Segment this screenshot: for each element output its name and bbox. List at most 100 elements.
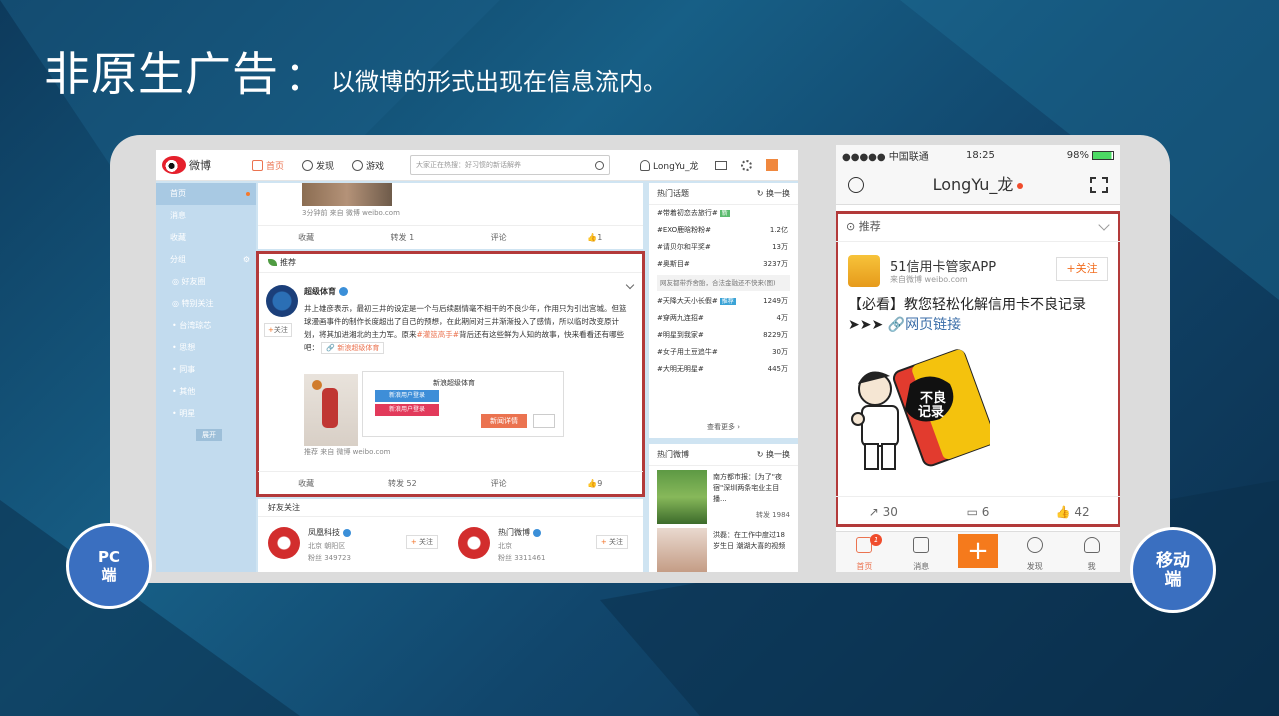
- compose-icon[interactable]: [765, 159, 778, 171]
- slide-title: 非原生广告：以微博的形式出现在信息流内。: [44, 38, 667, 104]
- like-button[interactable]: 👍 42: [1025, 497, 1120, 526]
- mail-icon[interactable]: [714, 160, 727, 170]
- topic-item[interactable]: #带着初恋去旅行# 新: [649, 205, 798, 222]
- tab-discover[interactable]: 发现: [1006, 532, 1063, 572]
- friend-name[interactable]: 热门微博: [498, 527, 541, 538]
- search-input[interactable]: 大家正在热搜：好习惯的新话解养: [410, 155, 611, 175]
- topic-item[interactable]: #明星到我家# 8229万: [649, 327, 798, 344]
- topic-item[interactable]: #女子用土豆追牛# 30万: [649, 344, 798, 361]
- topic-item[interactable]: #EXO鹿晗粉粉# 1.2亿: [649, 222, 798, 239]
- slide-subtitle: 以微博的形式出现在信息流内。: [331, 68, 667, 96]
- chevron-down-icon[interactable]: [1098, 219, 1110, 231]
- gear-icon[interactable]: ⚙: [243, 249, 250, 271]
- scan-icon[interactable]: [1090, 177, 1108, 193]
- nav-discover[interactable]: 发现: [302, 159, 334, 172]
- follow-button[interactable]: + 关注: [405, 535, 438, 549]
- tab-messages[interactable]: 消息: [893, 532, 950, 572]
- author-name[interactable]: 超级体育: [304, 286, 348, 297]
- refresh-button[interactable]: ↻ 换一换: [757, 183, 790, 205]
- favorite-button[interactable]: 收藏: [258, 472, 354, 495]
- web-link[interactable]: 🔗网页链接: [888, 317, 961, 333]
- comment-button[interactable]: 评论: [451, 472, 547, 495]
- chevron-down-icon[interactable]: [625, 280, 635, 290]
- see-more-link[interactable]: 查看更多 ›: [649, 422, 798, 432]
- topic-item[interactable]: #请贝尔和平奖# 13万: [649, 239, 798, 256]
- avatar[interactable]: [266, 285, 298, 317]
- sidebar-sub-item[interactable]: ◎ 好友圈: [156, 271, 256, 293]
- sidebar-item-messages[interactable]: 消息: [156, 205, 256, 227]
- like-button[interactable]: 👍9: [547, 472, 643, 495]
- refresh-label: 换一换: [766, 189, 790, 198]
- sidebar-sub-item[interactable]: • 思想: [156, 337, 256, 359]
- refresh-button[interactable]: ↻ 换一换: [757, 444, 790, 466]
- tab-home[interactable]: 1 首页: [836, 532, 893, 572]
- avatar[interactable]: [848, 255, 880, 287]
- thumbs-up-icon: 👍: [1055, 505, 1075, 519]
- user-menu[interactable]: LongYu_龙: [640, 159, 699, 172]
- tab-me[interactable]: 我: [1063, 532, 1120, 572]
- login-button[interactable]: 新浪用户登录: [375, 390, 439, 402]
- repost-button[interactable]: 转发 1: [354, 226, 450, 249]
- sidebar-item-groups[interactable]: 分组 ⚙: [156, 249, 256, 271]
- sidebar-sub-item[interactable]: ◎ 特别关注: [156, 293, 256, 315]
- comment-icon: ▭: [966, 505, 982, 519]
- follow-button[interactable]: +关注: [264, 323, 292, 337]
- sidebar-item-favorites[interactable]: 收藏: [156, 227, 256, 249]
- topic-item[interactable]: #天降大天小长假# 推荐 1249万: [649, 293, 798, 310]
- sidebar-sub-item[interactable]: • 明星: [156, 403, 256, 425]
- link-card-title: 新浪超级体育: [433, 379, 475, 387]
- repost-button[interactable]: ↗ 30: [836, 497, 931, 526]
- avatar[interactable]: [458, 527, 490, 559]
- post-text: 井上雄彦表示，最初三井的设定是一个与后续剧情毫不相干的不良少年，作用只为引出宫城…: [304, 302, 630, 366]
- post-image[interactable]: [304, 374, 358, 446]
- follow-button[interactable]: + 关注: [595, 535, 628, 549]
- thumbs-up-icon[interactable]: [533, 414, 555, 428]
- search-icon[interactable]: [595, 160, 605, 170]
- topic-name: #EXO鹿晗粉粉#: [657, 226, 712, 234]
- author-name[interactable]: 51信用卡管家APP: [890, 256, 996, 275]
- page-link[interactable]: 🔗 新浪超级体育: [321, 342, 385, 354]
- hot-weibo-item[interactable]: 洪磊：在工作中度过18岁生日 潮湖大喜的视频: [649, 524, 798, 572]
- sidebar-item-home[interactable]: 首页: [156, 183, 256, 205]
- comment-button[interactable]: 评论: [451, 226, 547, 249]
- hot-weibo-item[interactable]: 南方都市报：[为了"夜宿"深圳两条宅业主目播... 转发 1984: [649, 466, 798, 524]
- weibo-logo[interactable]: 微博: [162, 156, 252, 174]
- avatar[interactable]: [268, 527, 300, 559]
- login-button-alt[interactable]: 新浪用户登录: [375, 404, 439, 416]
- hot-topics-title: 热门话题: [657, 189, 689, 198]
- add-friend-icon[interactable]: [848, 177, 864, 193]
- detail-button[interactable]: 新闻详情: [481, 414, 527, 428]
- gear-icon[interactable]: [740, 159, 752, 171]
- favorite-button[interactable]: 收藏: [258, 226, 354, 249]
- hashtag-link[interactable]: #灌篮高手#: [417, 330, 460, 339]
- expand-button[interactable]: 展开: [196, 429, 222, 441]
- sidebar-sub-item[interactable]: • 同事: [156, 359, 256, 381]
- weibo-eye-icon: [162, 156, 186, 174]
- notification-dot: [1017, 182, 1024, 189]
- follow-button[interactable]: +关注: [1056, 257, 1108, 281]
- compose-button[interactable]: +: [950, 532, 1007, 572]
- repost-button[interactable]: 转发 52: [354, 472, 450, 495]
- friend-name[interactable]: 凤凰科技: [308, 527, 351, 538]
- topic-note[interactable]: 网友都带乔舍胎，合法金融还不快来(图): [657, 275, 790, 291]
- link-card[interactable]: 新浪超级体育 新浪用户登录 新浪用户登录 新闻详情: [362, 371, 564, 437]
- post-image[interactable]: [302, 183, 392, 206]
- post-image[interactable]: 不良 记录: [850, 344, 990, 479]
- mobile-username[interactable]: LongYu_龙: [933, 175, 1014, 194]
- like-button[interactable]: 👍1: [547, 226, 643, 249]
- comment-button[interactable]: ▭ 6: [931, 497, 1026, 526]
- nav-home[interactable]: 首页: [252, 159, 284, 172]
- tab-label: 我: [1087, 562, 1096, 571]
- topic-item[interactable]: #穿两九连招# 4万: [649, 310, 798, 327]
- topic-item[interactable]: #大明无明星# 445万: [649, 361, 798, 378]
- sidebar-sub-item[interactable]: • 台湾琼芯: [156, 315, 256, 337]
- pc-sidebar: 首页 消息 收藏 分组 ⚙ ◎ 好友圈 ◎ 特别关注 • 台湾琼芯 • 思想 • …: [156, 183, 256, 572]
- sidebar-sub-item[interactable]: • 其他: [156, 381, 256, 403]
- leaf-icon: [268, 259, 277, 266]
- post-actions: 收藏 转发 52 评论 👍9: [258, 471, 643, 495]
- promoted-post: 推荐 +关注 超级体育 井上雄彦表示，最初三井的设定是一个与后续剧情毫不相干的不…: [256, 251, 645, 497]
- topic-item[interactable]: #奥斯目# 3237万: [649, 256, 798, 273]
- repost-count: 30: [882, 505, 898, 519]
- unread-dot: [246, 192, 250, 196]
- nav-games[interactable]: 游戏: [352, 159, 384, 172]
